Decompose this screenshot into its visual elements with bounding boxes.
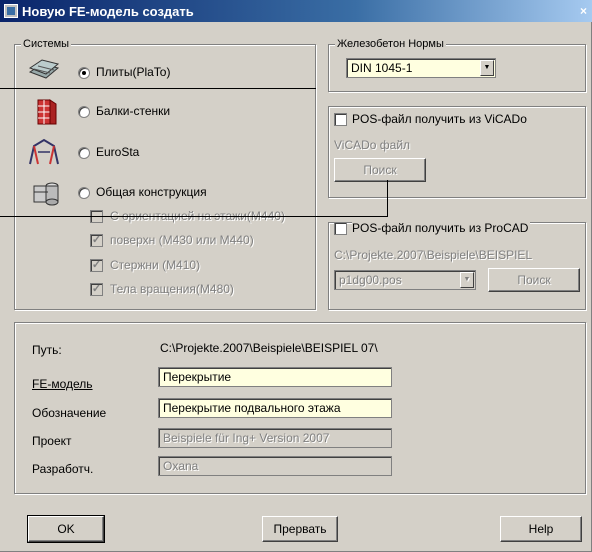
checkbox-bars-label: Стержни (M410) [110, 258, 201, 272]
developer-label: Разработч. [32, 462, 94, 476]
procad-group [328, 222, 586, 310]
designation-label: Обозначение [32, 406, 107, 420]
path-value: C:\Projekte.2007\Beispiele\BEISPIEL 07\ [160, 341, 378, 355]
checkbox-bars[interactable] [90, 259, 103, 272]
procad-file-value: p1dg00.pos [339, 273, 402, 287]
procad-checkbox-label: POS-файл получить из ProCAD [352, 221, 531, 235]
norms-select[interactable]: DIN 1045-1 ▼ [346, 58, 496, 78]
radio-general-structure-label: Общая конструкция [96, 185, 207, 199]
dialog-window: Новую FE-модель создать × Системы Плиты(… [0, 0, 592, 552]
systems-legend: Системы [21, 38, 72, 50]
project-label: Проект [32, 434, 72, 448]
radio-eurosta[interactable] [78, 147, 90, 159]
chevron-down-icon[interactable]: ▼ [480, 60, 494, 76]
checkbox-revolution-bodies[interactable] [90, 283, 103, 296]
title-bar: Новую FE-модель создать × [0, 0, 592, 22]
slab-icon [28, 56, 60, 84]
radio-wall-beams-label: Балки-стенки [96, 104, 171, 118]
ok-button[interactable]: OK [27, 515, 105, 543]
procad-path: C:\Projekte.2007\Beispiele\BEISPIEL [334, 248, 533, 262]
chevron-down-icon[interactable]: ▼ [460, 272, 474, 288]
norms-select-value: DIN 1045-1 [351, 61, 413, 75]
wall-beam-icon [30, 98, 62, 126]
vicado-checkbox[interactable] [334, 113, 347, 126]
fe-model-input[interactable]: Перекрытие [158, 367, 392, 387]
checkbox-surfaces[interactable] [90, 234, 103, 247]
radio-general-structure[interactable] [78, 187, 90, 199]
vicado-file-label: ViCADo файл [334, 138, 411, 152]
fe-model-label: FE-модель [32, 377, 93, 391]
vicado-checkbox-label: POS-файл получить из ViCADo [352, 112, 529, 126]
project-input[interactable]: Beispiele für Ing+ Version 2007 [158, 428, 392, 448]
procad-file-select[interactable]: p1dg00.pos ▼ [334, 270, 476, 290]
norms-legend: Железобетон Нормы [335, 38, 446, 50]
callout-line [387, 180, 388, 217]
radio-eurosta-label: EuroSta [96, 145, 140, 159]
close-icon[interactable]: × [580, 3, 590, 19]
window-title: Новую FE-модель создать [22, 3, 194, 19]
callout-line [0, 216, 388, 217]
procad-checkbox[interactable] [334, 222, 347, 235]
procad-search-button[interactable]: Поиск [488, 268, 580, 292]
vicado-search-button[interactable]: Поиск [334, 158, 426, 182]
path-label: Путь: [32, 343, 62, 357]
general-structure-icon [30, 178, 62, 206]
callout-line [0, 88, 316, 89]
help-button[interactable]: Help [500, 516, 582, 542]
designation-input[interactable]: Перекрытие подвального этажа [158, 398, 392, 418]
radio-plato-label: Плиты(PlaTo) [96, 65, 171, 79]
radio-plato[interactable] [78, 67, 90, 79]
checkbox-surfaces-label: поверхн (M430 или M440) [110, 233, 254, 247]
cancel-button[interactable]: Прервать [262, 516, 338, 542]
radio-wall-beams[interactable] [78, 106, 90, 118]
frame-icon [28, 138, 60, 166]
checkbox-revolution-bodies-label: Тела вращения(M480) [110, 282, 234, 296]
app-icon [4, 4, 18, 18]
developer-input[interactable]: Oxana [158, 456, 392, 476]
